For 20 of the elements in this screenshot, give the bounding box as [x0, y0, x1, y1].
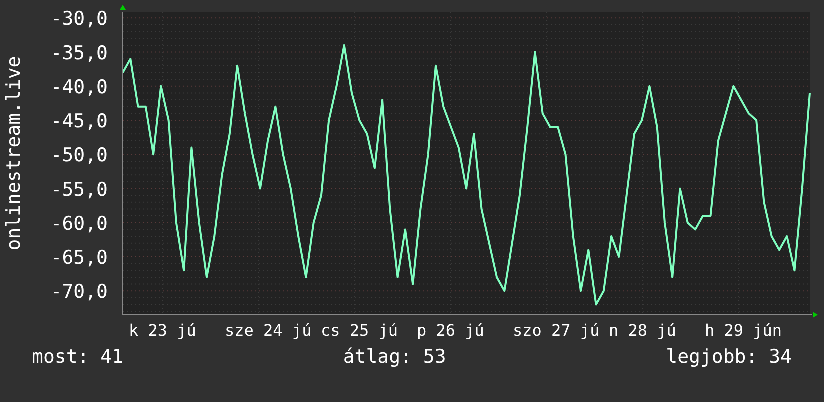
y-tick-label: -50,0 [50, 144, 108, 167]
y-axis-title: onlinestream.live [3, 56, 25, 251]
y-tick-label: -60,0 [50, 212, 108, 235]
legend-stat: legjobb: 34 [666, 346, 792, 368]
x-tick-label: h 29 jún [705, 321, 782, 340]
legend-stat: átlag: 53 [343, 346, 446, 368]
x-tick-label: szo 27 jú [513, 321, 600, 340]
y-tick-label: -40,0 [50, 76, 108, 98]
x-tick-label: n 28 jú [609, 321, 676, 340]
y-tick-label: -35,0 [50, 42, 108, 64]
legend-stat: most: 41 [32, 346, 124, 368]
y-tick-label: -65,0 [50, 247, 108, 269]
x-tick-label: sze 24 jú [225, 321, 312, 340]
x-tick-label: cs 25 jú [321, 321, 398, 340]
y-tick-label: -30,0 [50, 8, 108, 30]
y-tick-label: -55,0 [50, 178, 108, 201]
x-tick-label: p 26 jú [417, 321, 484, 340]
x-tick-label: k 23 jú [129, 321, 196, 340]
y-tick-label: -45,0 [50, 110, 108, 132]
y-tick-label: -70,0 [50, 281, 108, 304]
